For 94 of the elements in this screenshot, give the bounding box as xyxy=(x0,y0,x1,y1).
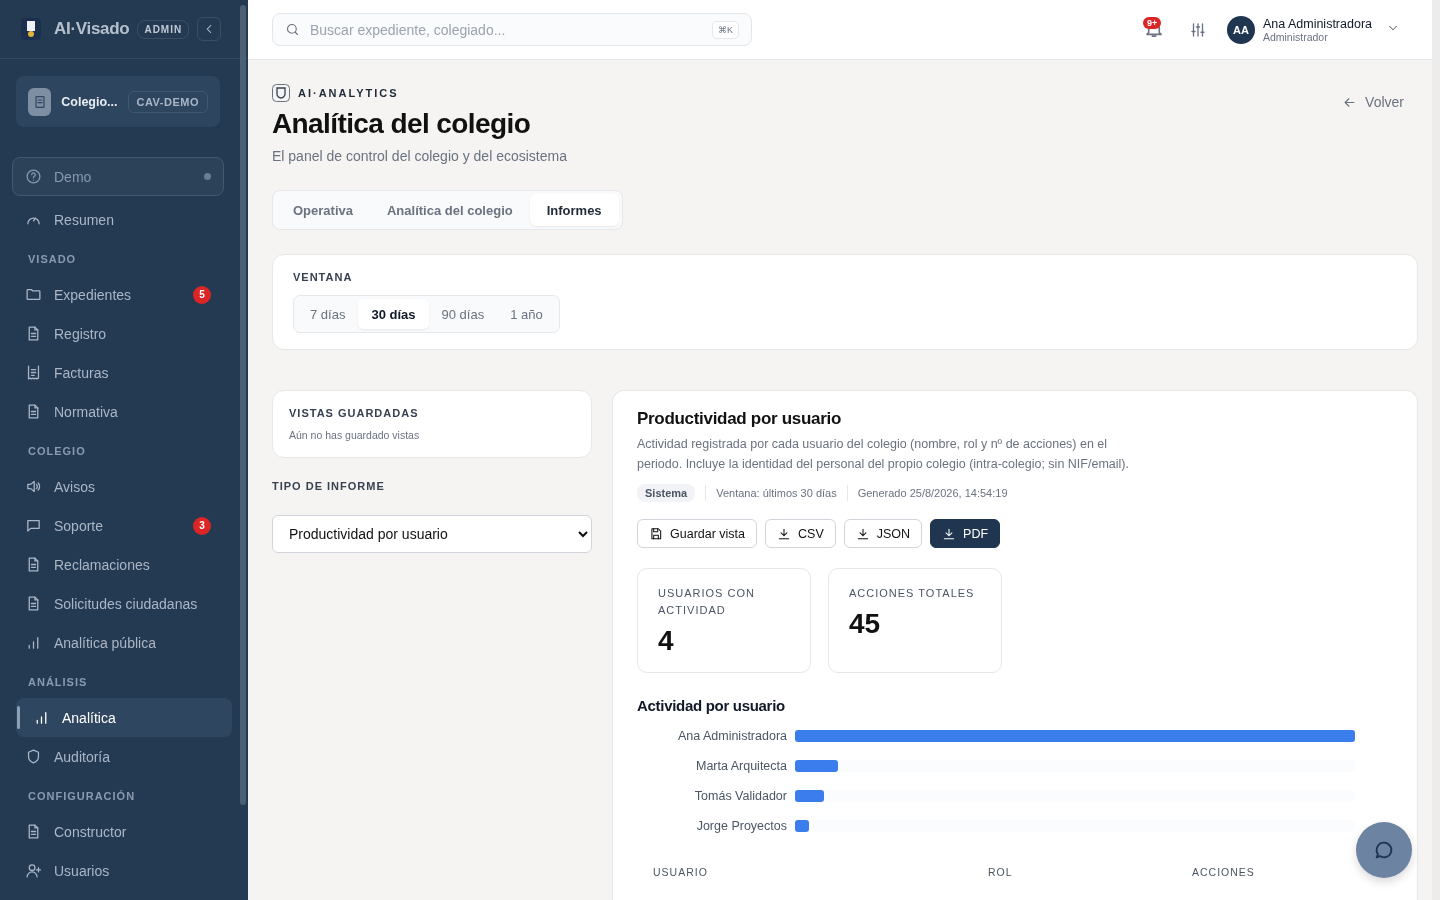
sliders-icon xyxy=(1188,20,1207,39)
bar-label: Ana Administradora xyxy=(676,729,787,743)
column-header: ACCIONES xyxy=(1192,866,1255,878)
stat-value: 4 xyxy=(658,625,675,657)
section-eyebrow: AI·ANALYTICS xyxy=(298,87,399,99)
filters-button[interactable] xyxy=(1188,20,1207,39)
download-icon xyxy=(855,526,870,541)
notification-badge: 9+ xyxy=(1142,16,1162,29)
tab[interactable]: Operativa xyxy=(276,194,370,226)
search-field[interactable]: Buscar expediente, colegiado... xyxy=(308,20,704,39)
export-button[interactable]: JSON xyxy=(843,519,923,548)
section-heading: ANÁLISIS xyxy=(27,675,89,690)
period-option[interactable]: 7 días xyxy=(297,299,359,329)
sidebar-item[interactable]: Usuarios xyxy=(12,851,224,890)
help-icon xyxy=(25,168,42,185)
period-option[interactable]: 30 días xyxy=(358,299,429,329)
folder-icon xyxy=(25,286,42,303)
scrollbar[interactable] xyxy=(1432,0,1440,900)
add-user-icon xyxy=(25,862,42,879)
column-header: USUARIO xyxy=(653,866,709,878)
speaker-icon xyxy=(25,478,42,495)
scrollbar[interactable] xyxy=(240,5,246,805)
sidebar-item[interactable]: Analítica pública xyxy=(12,623,224,662)
search-bar[interactable]: Buscar expediente, colegiado... ⌘K xyxy=(272,13,752,46)
shortcut-hint: ⌘K xyxy=(712,20,739,39)
organization-code: CAV-DEMO xyxy=(127,90,208,113)
tab[interactable]: Analítica del colegio xyxy=(370,194,530,226)
generated-timestamp: Generado 25/8/2026, 14:54:19 xyxy=(857,487,1008,499)
app-name: AI·Visado xyxy=(54,19,130,39)
sidebar-item[interactable]: Avisos xyxy=(12,467,224,506)
user-avatar: AA xyxy=(1226,15,1255,44)
save-view-button[interactable]: Guardar vista xyxy=(637,519,758,548)
export-button[interactable]: CSV xyxy=(765,519,836,548)
section-heading: VISADO xyxy=(27,252,78,267)
report-type-select[interactable]: Productividad por usuario xyxy=(272,515,592,553)
notifications-button[interactable]: 9+ xyxy=(1142,18,1165,41)
status-dot xyxy=(204,173,211,180)
crest-icon xyxy=(272,84,290,102)
tab[interactable]: Informes xyxy=(529,194,619,226)
section-heading: COLEGIO xyxy=(27,444,87,459)
user-menu[interactable]: AA Ana Administradora Administrador xyxy=(1226,15,1400,44)
source-tag: Sistema xyxy=(637,484,696,502)
user-role: Administrador xyxy=(1262,30,1329,43)
sidebar-item[interactable]: Facturas xyxy=(12,353,224,392)
user-name: Ana Administradora xyxy=(1262,16,1372,31)
sidebar-item[interactable]: Auditoría xyxy=(12,737,224,776)
receipt-icon xyxy=(25,364,42,381)
chat-icon xyxy=(1373,839,1395,861)
logo-icon xyxy=(20,17,42,41)
collapse-button[interactable] xyxy=(197,17,222,41)
sidebar-item[interactable]: Soporte 3 xyxy=(12,506,224,545)
report-description: Actividad registrada por cada usuario del colegio (nombre, rol y nº de acciones) en el periodo. Incluye la identidad del personal del propio colegio (intra-colegio; sin NIF/email). xyxy=(637,436,1130,473)
count-badge: 5 xyxy=(193,285,211,304)
back-link[interactable]: Volver xyxy=(1342,94,1404,110)
sidebar-item[interactable]: Expedientes 5 xyxy=(12,275,224,314)
organization-card[interactable]: Colegio... CAV-DEMO xyxy=(16,76,220,127)
column-header: ROL xyxy=(988,866,1014,878)
role-badge: ADMIN xyxy=(137,19,190,39)
sidebar-item[interactable]: Resumen xyxy=(12,200,224,239)
bar-label: Marta Arquitecta xyxy=(695,759,787,773)
sidebar-item[interactable]: Reclamaciones xyxy=(12,545,224,584)
bar-label: Tomás Validador xyxy=(693,789,787,803)
report-title: Productividad por usuario xyxy=(637,409,843,429)
period-option[interactable]: 90 días xyxy=(428,299,498,329)
shield-icon xyxy=(25,748,42,765)
window-info: Ventana: últimos 30 días xyxy=(716,487,837,499)
field-label: TIPO DE INFORME xyxy=(272,480,386,492)
sidebar-item[interactable]: Analítica xyxy=(16,698,232,737)
document-icon xyxy=(28,87,52,116)
field-label: VENTANA xyxy=(293,271,354,283)
page-subtitle: El panel de control del colegio y del ecosistema xyxy=(272,148,568,164)
download-icon xyxy=(942,526,957,541)
chart-title: Actividad por usuario xyxy=(637,697,786,714)
bar-label: Jorge Proyectos xyxy=(695,819,787,833)
sidebar-item[interactable]: Demo xyxy=(12,157,224,196)
save-icon xyxy=(649,526,663,541)
organization-name: Colegio... xyxy=(61,94,118,109)
chat-icon xyxy=(25,517,42,534)
stat-label: ACCIONES TOTALES xyxy=(849,586,976,601)
card-title: VISTAS GUARDADAS xyxy=(289,407,420,419)
sidebar-item[interactable]: Normativa xyxy=(12,392,224,431)
export-button[interactable]: PDF xyxy=(930,519,1001,548)
sidebar-item[interactable]: Registro xyxy=(12,314,224,353)
stat-value: 45 xyxy=(849,608,882,640)
sidebar-item[interactable]: Solicitudes ciudadanas xyxy=(12,584,224,623)
empty-message: Aún no has guardado vistas xyxy=(289,429,421,441)
page-title: Analítica del colegio xyxy=(272,108,532,140)
section-heading: CONFIGURACIÓN xyxy=(27,789,137,804)
count-badge: 3 xyxy=(193,516,211,535)
download-icon xyxy=(777,526,792,541)
search-icon xyxy=(285,22,300,37)
stat-label: USUARIOS CON ACTIVIDAD xyxy=(658,586,756,618)
period-option[interactable]: 1 año xyxy=(497,299,556,329)
sidebar-item[interactable]: Constructor xyxy=(12,812,224,851)
